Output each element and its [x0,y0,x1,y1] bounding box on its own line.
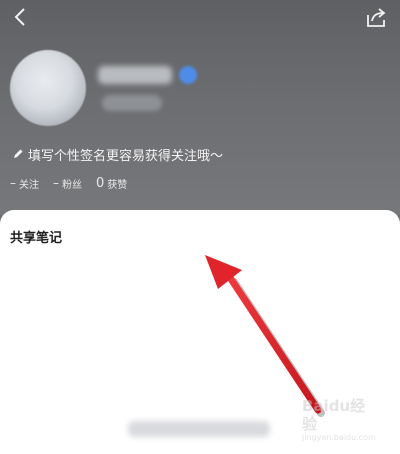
user-id-blurred [102,95,162,111]
username-blurred [98,66,172,84]
empty-hint-blurred [128,421,270,437]
stat-likes-count: 0 [96,175,105,191]
stat-followers-label: 粉丝 [62,179,82,191]
stat-likes[interactable]: 0 获赞 [96,176,127,191]
stat-likes-label: 获赞 [107,179,128,191]
stat-following-count: – [10,176,16,190]
stat-following[interactable]: – 关注 [10,176,39,191]
back-icon[interactable] [10,6,32,28]
verified-icon [179,66,197,84]
stat-followers-count: – [53,176,59,190]
watermark-url: jingyan.baidu.com [302,433,376,442]
pencil-icon [12,148,24,160]
watermark-brand: Baidu经验 [302,397,366,433]
profile-stats: – 关注 – 粉丝 0 获赞 [10,174,127,192]
watermark: Baidu经验 jingyan.baidu.com [302,397,378,442]
bio-line[interactable]: 填写个性签名更容易获得关注哦～ [12,145,224,164]
share-icon[interactable] [364,6,388,30]
stat-following-label: 关注 [19,179,39,191]
stat-followers[interactable]: – 粉丝 [53,176,82,191]
avatar[interactable] [10,50,86,126]
shared-notes-title[interactable]: 共享笔记 [10,227,62,246]
bio-text: 填写个性签名更容易获得关注哦～ [28,148,224,164]
